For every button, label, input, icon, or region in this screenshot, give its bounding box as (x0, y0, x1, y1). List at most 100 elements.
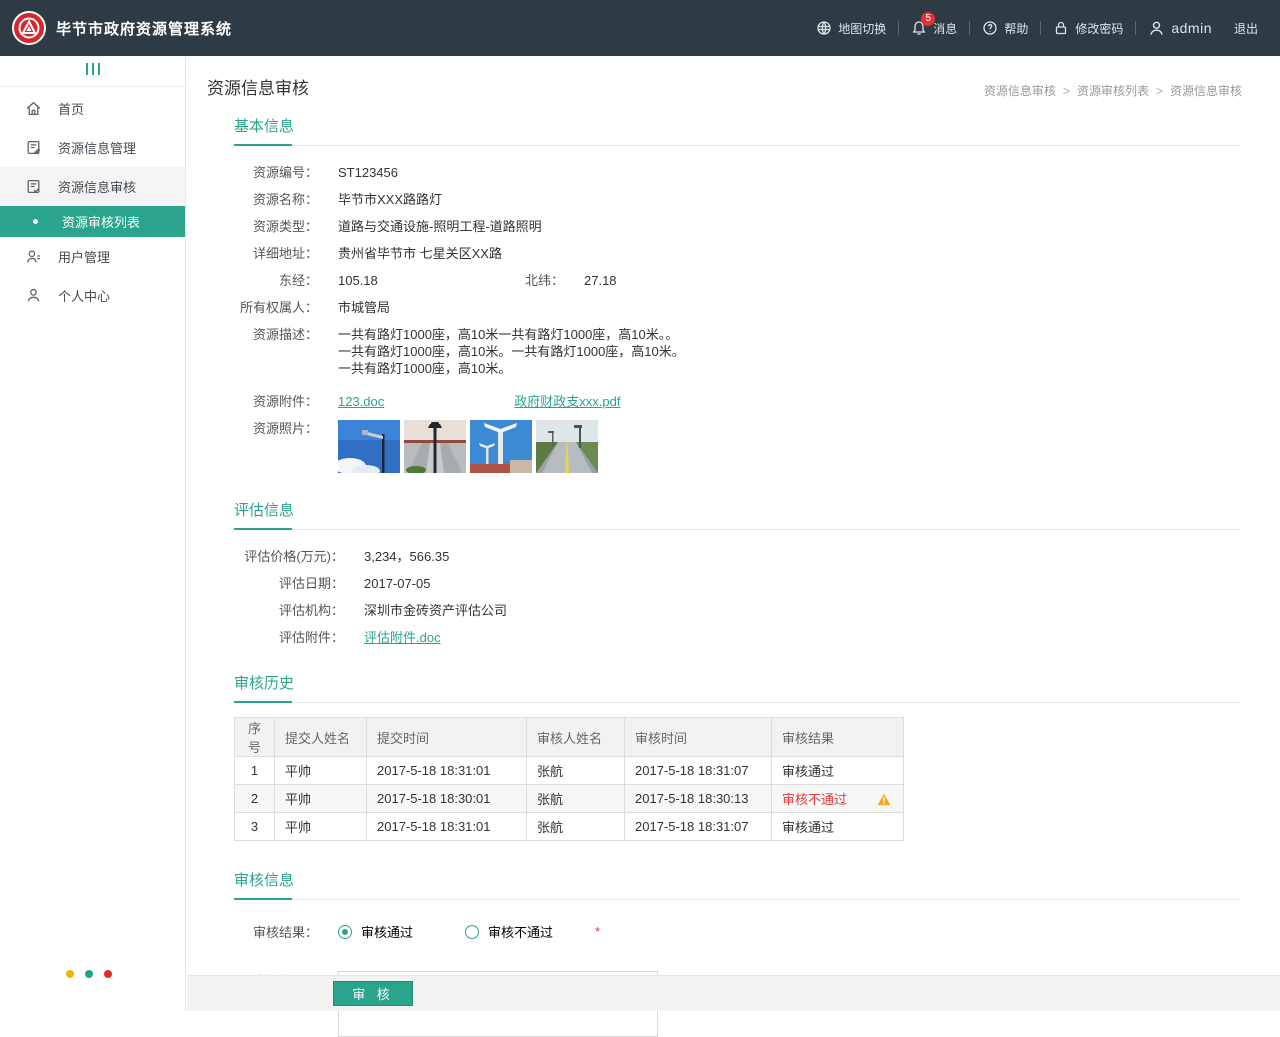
home-icon (24, 100, 42, 118)
attachment-link[interactable]: 政府财政支xxx.pdf (514, 393, 620, 410)
user-menu[interactable]: admin (1136, 20, 1224, 37)
address-value: 贵州省毕节市 七星关区XX路 (338, 245, 502, 262)
attachments-label: 资源附件： (234, 393, 318, 410)
sidebar-item-review-list-active[interactable]: 资源审核列表 (0, 206, 185, 237)
app-logo-icon (12, 11, 46, 45)
radio-unselected-icon (465, 925, 479, 939)
radio-review-fail[interactable]: 审核不通过 (465, 922, 553, 941)
address-label: 详细地址： (234, 245, 318, 262)
resource-photo[interactable] (338, 420, 400, 473)
eval-date-value: 2017-07-05 (364, 575, 431, 592)
resource-photo[interactable] (536, 420, 598, 473)
sidebar-collapse-button[interactable] (0, 56, 185, 87)
map-switch-label: 地图切换 (838, 20, 886, 37)
col-header-submitter: 提交人姓名 (275, 718, 367, 757)
table-header-row: 序号 提交人姓名 提交时间 审核人姓名 审核时间 审核结果 (235, 718, 904, 757)
longitude-value: 105.18 (338, 272, 484, 289)
submit-review-button[interactable]: 审 核 (333, 981, 413, 1006)
sidebar-item-home[interactable]: 首页 (0, 89, 185, 128)
red-dot-icon (104, 970, 112, 978)
green-dot-icon (85, 970, 93, 978)
brand: 毕节市政府资源管理系统 (0, 11, 232, 45)
result-fail-text: 审核不通过 (782, 792, 847, 807)
help-button[interactable]: 帮助 (970, 20, 1040, 37)
resource-type-value: 道路与交通设施-照明工程-道路照明 (338, 218, 542, 235)
section-title-basic-info: 基本信息 (234, 115, 294, 145)
sidebar-item-user-management[interactable]: 用户管理 (0, 237, 185, 276)
resource-photo[interactable] (404, 420, 466, 473)
bullet-icon (33, 219, 38, 224)
review-result-label: 审核结果： (234, 922, 318, 941)
review-result-row: 审核结果： 审核通过 审核不通过 * (234, 922, 1240, 941)
change-password-label: 修改密码 (1075, 20, 1123, 37)
radio-fail-label: 审核不通过 (488, 922, 553, 941)
eval-org-label: 评估机构： (234, 602, 344, 619)
person-icon (24, 287, 42, 305)
review-history-table: 序号 提交人姓名 提交时间 审核人姓名 审核时间 审核结果 1 平帅 2017-… (234, 717, 904, 841)
lock-icon (1053, 20, 1069, 36)
resource-code-value: ST123456 (338, 164, 398, 181)
sidebar-item-label: 资源信息管理 (58, 138, 136, 157)
col-header-reviewer: 审核人姓名 (527, 718, 625, 757)
latitude-value: 27.18 (584, 272, 617, 289)
breadcrumb-item[interactable]: 资源信息审核 (984, 82, 1056, 99)
document-edit-icon (24, 139, 42, 157)
messages-button[interactable]: 5 消息 (899, 20, 969, 37)
radio-selected-icon (338, 925, 352, 939)
messages-label: 消息 (933, 20, 957, 37)
description-value: 一共有路灯1000座，高10米一共有路灯1000座，高10米。。 一共有路灯10… (338, 326, 685, 377)
resource-code-label: 资源编号： (234, 164, 318, 181)
sidebar-item-resource-review[interactable]: 资源信息审核 (0, 167, 185, 206)
warning-icon (877, 793, 891, 806)
photo-gallery (338, 420, 602, 473)
table-row: 3 平帅 2017-5-18 18:31:01 张航 2017-5-18 18:… (235, 813, 904, 841)
document-check-icon (24, 178, 42, 196)
col-header-no: 序号 (235, 718, 275, 757)
main-content: 资源信息审核 资源信息审核 > 资源审核列表 > 资源信息审核 基本信息 资源编… (187, 56, 1280, 1011)
section-underline (234, 899, 1240, 900)
user-icon (1148, 20, 1165, 37)
required-mark: * (595, 924, 600, 939)
resource-name-value: 毕节市XXX路路灯 (338, 191, 442, 208)
section-title-evaluation: 评估信息 (234, 499, 294, 529)
eval-price-value: 3,234，566.35 (364, 548, 449, 565)
section-underline (234, 702, 1240, 703)
eval-attachment-link[interactable]: 评估附件.doc (364, 629, 441, 646)
latitude-label: 北纬： (484, 272, 564, 289)
table-row: 2 平帅 2017-5-18 18:30:01 张航 2017-5-18 18:… (235, 785, 904, 813)
longitude-label: 东经： (234, 272, 318, 289)
sidebar-item-label: 首页 (58, 99, 84, 118)
collapse-icon (84, 62, 102, 80)
sidebar-item-label: 资源信息审核 (58, 177, 136, 196)
col-header-result: 审核结果 (772, 718, 904, 757)
sidebar-item-personal-center[interactable]: 个人中心 (0, 276, 185, 315)
col-header-review-time: 审核时间 (625, 718, 772, 757)
sidebar-menu: 首页 资源信息管理 资源信息审核 资源审核列表 (0, 87, 185, 315)
username: admin (1171, 20, 1212, 36)
change-password-button[interactable]: 修改密码 (1041, 20, 1135, 37)
attachment-link[interactable]: 123.doc (338, 393, 384, 410)
sidebar-item-label: 个人中心 (58, 286, 110, 305)
bell-icon: 5 (911, 20, 927, 36)
result-cell: 审核通过 (772, 757, 904, 785)
resource-type-label: 资源类型： (234, 218, 318, 235)
map-switch-button[interactable]: 地图切换 (804, 20, 898, 37)
users-icon (24, 248, 42, 266)
section-underline (234, 145, 1240, 146)
sidebar-item-resource-management[interactable]: 资源信息管理 (0, 128, 185, 167)
table-row: 1 平帅 2017-5-18 18:31:01 张航 2017-5-18 18:… (235, 757, 904, 785)
result-cell: 审核通过 (772, 813, 904, 841)
radio-review-pass[interactable]: 审核通过 (338, 922, 413, 941)
top-navigation: 地图切换 5 消息 帮助 (804, 20, 1280, 37)
breadcrumb-item[interactable]: 资源审核列表 (1077, 82, 1149, 99)
yellow-dot-icon (66, 970, 74, 978)
result-cell: 审核不通过 (772, 785, 904, 813)
page-title: 资源信息审核 (207, 74, 309, 99)
section-underline (234, 529, 1240, 530)
description-label: 资源描述： (234, 326, 318, 343)
resource-photo[interactable] (470, 420, 532, 473)
logout-button[interactable]: 退出 (1224, 20, 1262, 37)
status-dots (66, 970, 123, 978)
sidebar: 首页 资源信息管理 资源信息审核 资源审核列表 (0, 56, 186, 1011)
eval-org-value: 深圳市金砖资产评估公司 (364, 602, 507, 619)
